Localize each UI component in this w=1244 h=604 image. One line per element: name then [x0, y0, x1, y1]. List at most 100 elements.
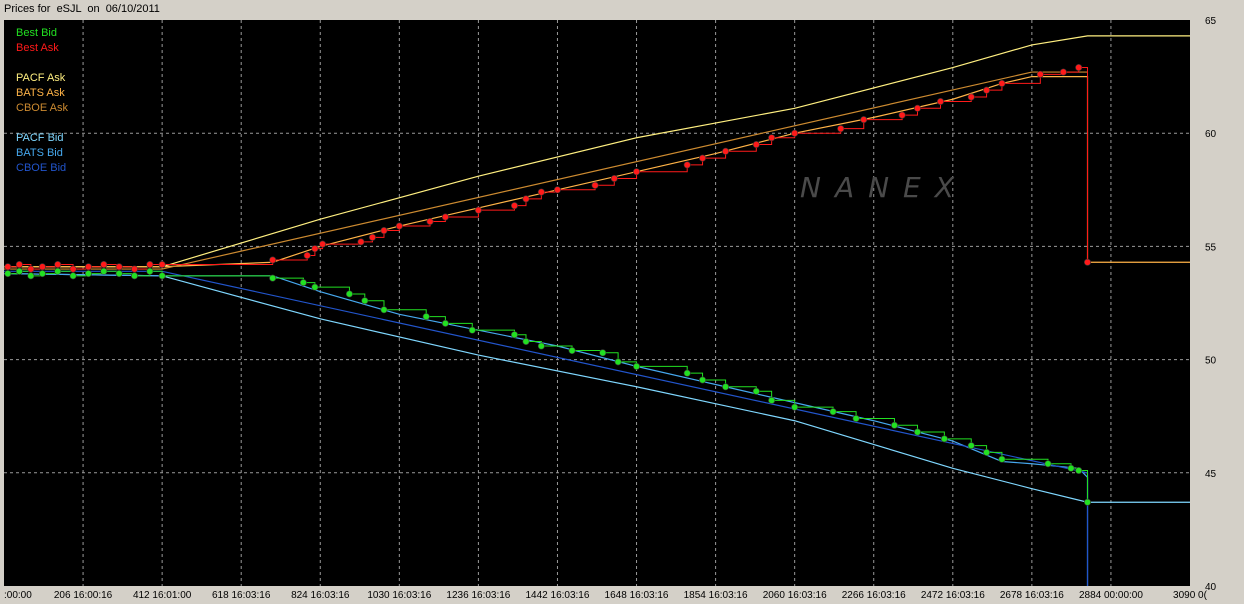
x-tick-label: 1854 16:03:16 — [684, 590, 748, 601]
data-point-best-bid — [599, 349, 607, 357]
data-point-best-ask — [860, 116, 868, 124]
x-tick-label: 2884 00:00:00 — [1079, 590, 1143, 601]
data-point-best-bid — [568, 347, 576, 355]
data-point-best-bid — [633, 362, 641, 370]
data-point-best-bid — [722, 383, 730, 391]
data-point-best-bid — [510, 331, 518, 339]
data-point-best-bid — [115, 270, 123, 278]
data-point-best-ask — [269, 256, 277, 264]
data-point-best-bid — [422, 313, 430, 321]
data-point-best-ask — [913, 104, 921, 112]
data-point-best-bid — [38, 270, 46, 278]
x-tick-label: 3090 0( — [1173, 590, 1208, 601]
data-point-best-bid — [27, 272, 35, 280]
data-point-best-bid — [614, 358, 622, 366]
data-point-best-ask — [357, 238, 365, 246]
data-point-best-ask — [983, 86, 991, 94]
data-point-best-bid — [146, 267, 154, 275]
data-point-best-bid — [299, 279, 307, 287]
data-point-best-ask — [54, 261, 62, 269]
data-point-best-bid — [380, 306, 388, 314]
data-point-best-ask — [837, 125, 845, 133]
data-point-best-ask — [1059, 68, 1067, 76]
data-point-best-ask — [303, 251, 311, 259]
x-tick-label: 412 16:01:00 — [133, 590, 192, 601]
y-tick-label: 45 — [1205, 469, 1217, 480]
y-tick-label: 40 — [1205, 582, 1217, 593]
data-point-best-bid — [54, 267, 62, 275]
data-point-best-bid — [345, 290, 353, 298]
data-point-best-ask — [722, 147, 730, 155]
data-point-best-ask — [69, 265, 77, 273]
x-tick-label: :00:00 — [4, 590, 32, 601]
x-tick-label: 1442 16:03:16 — [525, 590, 589, 601]
y-tick-label: 65 — [1205, 16, 1217, 27]
legend-item-bats-bid: BATS Bid — [16, 147, 63, 159]
data-point-best-bid — [537, 342, 545, 350]
legend-item-best-bid: Best Bid — [16, 27, 57, 39]
data-point-best-bid — [1075, 467, 1083, 475]
x-tick-label: 618 16:03:16 — [212, 590, 271, 601]
data-point-best-bid — [829, 408, 837, 416]
data-point-best-bid — [852, 414, 860, 422]
legend-item-cboe-bid: CBOE Bid — [16, 162, 66, 174]
data-point-best-ask — [146, 261, 154, 269]
data-point-best-ask — [115, 263, 123, 271]
data-point-best-bid — [441, 319, 449, 327]
data-point-best-ask — [319, 240, 327, 248]
data-point-best-ask — [15, 261, 23, 269]
data-point-best-bid — [967, 442, 975, 450]
data-point-best-ask — [311, 245, 319, 253]
data-point-best-bid — [998, 455, 1006, 463]
legend-item-best-ask: Best Ask — [16, 42, 59, 54]
data-point-best-bid — [69, 272, 77, 280]
data-point-best-bid — [100, 267, 108, 275]
data-point-best-ask — [633, 168, 641, 176]
data-point-best-ask — [130, 265, 138, 273]
data-point-best-bid — [913, 428, 921, 436]
y-tick-label: 50 — [1205, 356, 1217, 367]
data-point-best-bid — [791, 403, 799, 411]
data-point-best-bid — [1084, 498, 1092, 506]
x-tick-label: 1030 16:03:16 — [367, 590, 431, 601]
data-point-best-ask — [699, 154, 707, 162]
data-point-best-ask — [768, 134, 776, 142]
x-tick-label: 206 16:00:16 — [54, 590, 113, 601]
data-point-best-ask — [553, 186, 561, 194]
data-point-best-bid — [361, 297, 369, 305]
plot-area — [4, 20, 1190, 586]
data-point-best-ask — [752, 141, 760, 149]
data-point-best-ask — [426, 217, 434, 225]
data-point-best-ask — [395, 222, 403, 230]
data-point-best-bid — [1067, 464, 1075, 472]
data-point-best-bid — [84, 270, 92, 278]
legend-item-pacf-ask: PACF Ask — [16, 72, 66, 84]
x-tick-label: 1648 16:03:16 — [605, 590, 669, 601]
data-point-best-ask — [38, 263, 46, 271]
x-tick-label: 2060 16:03:16 — [763, 590, 827, 601]
data-point-best-ask — [1036, 70, 1044, 78]
x-tick-label: 2266 16:03:16 — [842, 590, 906, 601]
data-point-best-bid — [1044, 460, 1052, 468]
x-tick-label: 2472 16:03:16 — [921, 590, 985, 601]
data-point-best-ask — [1084, 258, 1092, 266]
data-point-best-ask — [441, 213, 449, 221]
data-point-best-ask — [967, 93, 975, 101]
y-tick-label: 55 — [1205, 242, 1217, 253]
legend-item-cboe-ask: CBOE Ask — [16, 102, 68, 114]
data-point-best-ask — [998, 79, 1006, 87]
data-point-best-ask — [100, 261, 108, 269]
data-point-best-ask — [898, 111, 906, 119]
data-point-best-bid — [752, 387, 760, 395]
price-chart: NANEX Best Bid Best Ask PACF Ask BATS Ask CB… — [3, 16, 1217, 601]
data-point-best-ask — [84, 263, 92, 271]
data-point-best-ask — [610, 174, 618, 182]
data-point-best-bid — [522, 337, 530, 345]
data-point-best-ask — [591, 181, 599, 189]
data-point-best-ask — [4, 263, 12, 271]
data-point-best-bid — [699, 376, 707, 384]
data-point-best-ask — [1075, 64, 1083, 72]
data-point-best-bid — [4, 270, 12, 278]
data-point-best-bid — [940, 435, 948, 443]
x-tick-label: 2678 16:03:16 — [1000, 590, 1064, 601]
